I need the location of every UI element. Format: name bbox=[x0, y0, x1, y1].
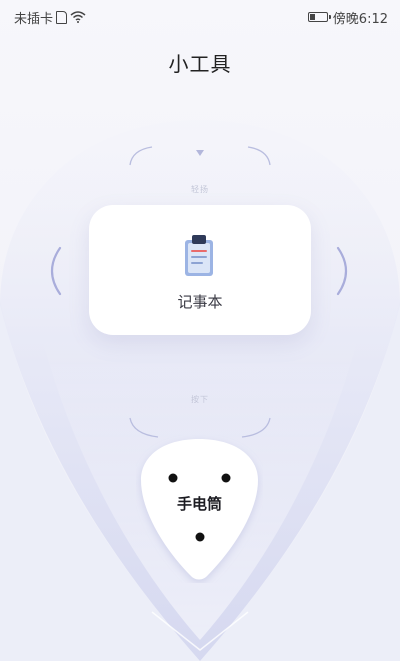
flashlight-dot bbox=[195, 532, 205, 542]
flashlight-dot bbox=[221, 473, 231, 483]
top-hint: 轻扬 bbox=[191, 185, 209, 194]
flashlight-label[interactable]: 手电筒 bbox=[136, 493, 263, 514]
chevron-left-icon[interactable] bbox=[42, 246, 64, 296]
status-bar: 未插卡 傍晚6:12 bbox=[0, 0, 400, 32]
sim-card-icon bbox=[56, 10, 68, 24]
chevron-right-icon[interactable] bbox=[334, 246, 356, 296]
status-left: 未插卡 bbox=[14, 8, 86, 27]
tool-card-label: 记事本 bbox=[177, 293, 223, 311]
tool-card-notebook[interactable]: 记事本 bbox=[89, 205, 311, 335]
status-right: 傍晚6:12 bbox=[307, 8, 388, 27]
bottom-hint: 按下 bbox=[191, 395, 209, 404]
flashlight-dot bbox=[168, 473, 178, 483]
wifi-icon bbox=[70, 11, 86, 23]
carrier-text: 未插卡 bbox=[14, 11, 54, 27]
battery-icon bbox=[307, 12, 331, 22]
notebook-icon bbox=[185, 235, 213, 276]
clock: 傍晚6:12 bbox=[332, 11, 388, 27]
page-title: 小工具 bbox=[168, 52, 232, 76]
